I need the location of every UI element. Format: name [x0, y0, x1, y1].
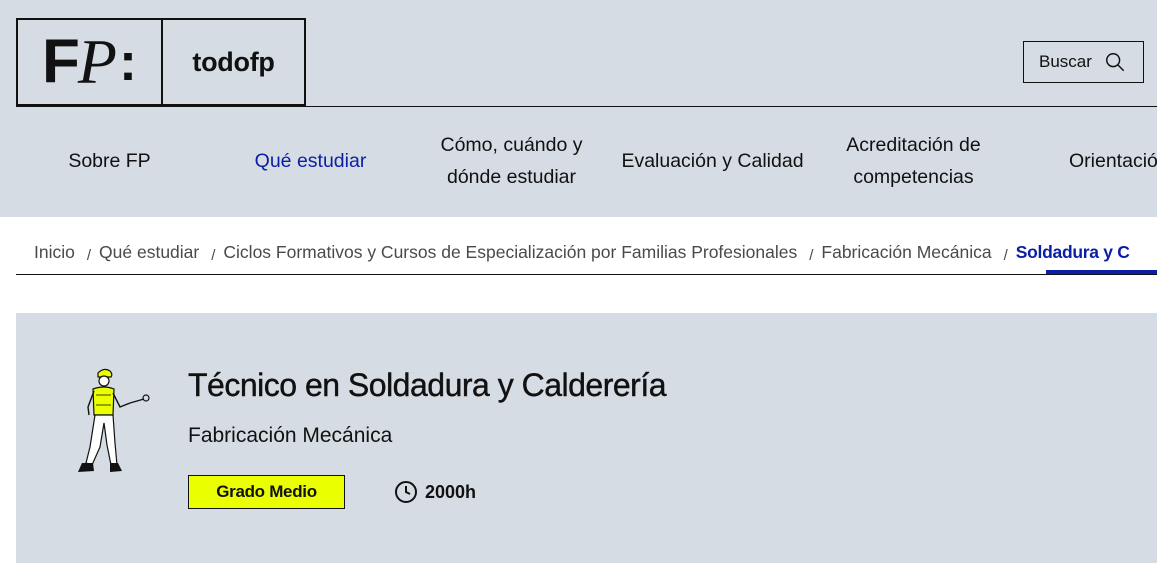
nav-item-como-cuando-donde[interactable]: Cómo, cuándo y dónde estudiar — [411, 128, 612, 194]
logo-colon: : — [118, 32, 137, 92]
course-hero: Técnico en Soldadura y Calderería Fabric… — [16, 313, 1157, 563]
site-logo[interactable]: FP: todofp — [16, 18, 306, 106]
breadcrumb-fabricacion-mecanica[interactable]: Fabricación Mecánica — [821, 242, 991, 263]
level-badge: Grado Medio — [188, 475, 345, 509]
search-label: Buscar — [1039, 52, 1092, 71]
breadcrumb-divider — [16, 274, 1157, 275]
main-nav: Sobre FP Qué estudiar Cómo, cuándo y dón… — [9, 128, 1157, 194]
fp-logo-mark: FP: — [18, 20, 163, 104]
nav-item-acreditacion[interactable]: Acreditación de competencias — [813, 128, 1014, 194]
search-button[interactable]: Buscar — [1023, 41, 1144, 83]
logo-text: todofp — [192, 46, 275, 77]
breadcrumb-ciclos-formativos[interactable]: Ciclos Formativos y Cursos de Especializ… — [223, 242, 797, 263]
course-family: Fabricación Mecánica — [188, 424, 393, 447]
duration-value: 2000h — [425, 481, 477, 502]
breadcrumb-separator: / — [1003, 246, 1008, 264]
course-title: Técnico en Soldadura y Calderería — [188, 367, 667, 403]
nav-item-sobre-fp[interactable]: Sobre FP — [9, 128, 210, 194]
nav-item-evaluacion-calidad[interactable]: Evaluación y Calidad — [612, 128, 813, 194]
clock-icon — [395, 481, 417, 503]
nav-item-que-estudiar[interactable]: Qué estudiar — [210, 128, 411, 194]
breadcrumb: Inicio / Qué estudiar / Ciclos Formativo… — [34, 232, 1130, 272]
search-icon — [1105, 53, 1125, 72]
nav-item-orientacion[interactable]: Orientació — [1014, 128, 1157, 194]
breadcrumb-que-estudiar[interactable]: Qué estudiar — [99, 242, 199, 263]
logo-letter-p: P — [77, 26, 117, 97]
breadcrumb-inicio[interactable]: Inicio — [34, 242, 75, 263]
breadcrumb-separator: / — [86, 246, 92, 264]
breadcrumb-separator: / — [211, 246, 216, 264]
logo-letter-f: F — [42, 27, 80, 96]
header-divider — [16, 106, 1157, 107]
site-header: FP: todofp Buscar Sobre FP Qué estudiar … — [0, 0, 1157, 217]
welder-illustration — [78, 368, 150, 472]
breadcrumb-separator: / — [809, 246, 814, 264]
breadcrumb-current: Soldadura y C — [1015, 241, 1130, 262]
course-duration: 2000h — [394, 477, 476, 507]
